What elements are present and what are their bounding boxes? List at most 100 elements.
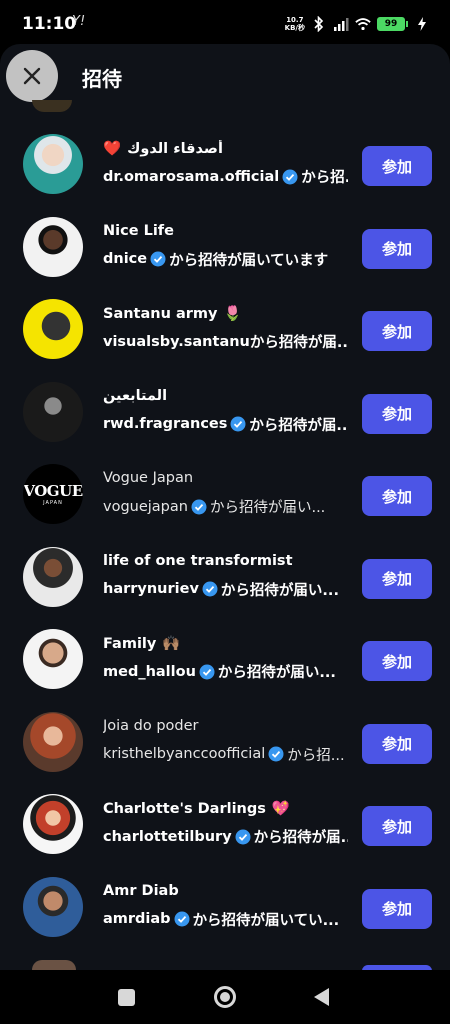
invite-name-emoji: ❤️ (103, 141, 122, 157)
invite-sender: dnice から招待が届いています (103, 249, 348, 270)
sender-username: rwd.fragrances (103, 416, 228, 432)
invite-name: ❤️ أصدقاء الدوك (103, 140, 223, 158)
sender-username: kristhelbyanccoofficial (103, 746, 266, 762)
avatar (23, 629, 83, 689)
invite-name-text: Family (103, 635, 157, 652)
invite-name-emoji: 💖 (271, 801, 290, 817)
list-item[interactable]: life of one transformist harrynuriev から招待… (0, 535, 450, 618)
status-bar: 11:10 Y! 10.7 KB/秒 99 (0, 0, 450, 46)
join-button[interactable]: 参加 (362, 476, 432, 516)
sender-username: med_hallou (103, 663, 196, 680)
list-item[interactable]: ❤️ أصدقاء الدوك dr.omarosama.official から招.… (0, 122, 450, 205)
battery-icon: 99 (377, 17, 408, 31)
invite-sender: med_hallou から招待が届い... (103, 661, 348, 682)
vogue-logo-text: VOGUE (23, 482, 83, 500)
partial-avatar (32, 960, 76, 970)
avatar (23, 876, 83, 937)
invite-name-emoji: 🌷 (223, 306, 242, 322)
invite-sender: kristhelbyanccoofficial から招... (103, 744, 348, 765)
sender-username: voguejapan (103, 498, 188, 515)
avatar (23, 546, 83, 607)
invite-name: Joia do poder (103, 718, 199, 734)
sender-username: dnice (103, 251, 148, 267)
list-item[interactable]: Family 🙌🏽 med_hallou から招待が届い... 参加 (0, 617, 450, 700)
invite-name: Santanu army 🌷 (103, 305, 242, 323)
recents-icon[interactable] (118, 989, 135, 1006)
invite-sender: amrdiab から招待が届いてい... (103, 909, 348, 930)
sender-username: amrdiab (103, 911, 171, 927)
network-speed-unit: KB/秒 (284, 24, 305, 32)
invite-suffix: から招待が届い... (217, 665, 336, 681)
invite-suffix: から招待が届い... (209, 500, 326, 516)
vogue-logo-sub: JAPAN (43, 500, 63, 506)
verified-icon (150, 251, 166, 267)
avatar (23, 711, 83, 772)
invite-name-text: Joia do poder (103, 717, 199, 734)
invite-name: life of one transformist (103, 553, 293, 569)
invite-suffix: から招... (301, 170, 348, 186)
avatar (23, 299, 83, 359)
carrier-logo: Y! (72, 14, 86, 29)
network-speed: 10.7 KB/秒 (285, 16, 305, 32)
avatar (23, 381, 83, 442)
invites-list: ❤️ أصدقاء الدوك dr.omarosama.official から招.… (0, 122, 450, 947)
invite-suffix: から招... (287, 747, 345, 764)
invite-sender: voguejapan から招待が届い... (103, 496, 348, 517)
invite-name-text: Vogue Japan (103, 470, 194, 486)
invite-suffix: から招待が届いています (169, 252, 329, 269)
join-button[interactable]: 参加 (362, 311, 432, 351)
navigation-bar (0, 970, 450, 1024)
verified-icon (230, 416, 246, 432)
invite-suffix: から招待が届... (253, 830, 348, 846)
list-item[interactable]: المتابعين rwd.fragrances から招待が届... 参加 (0, 370, 450, 453)
avatar (23, 134, 83, 194)
join-button[interactable]: 参加 (362, 228, 432, 269)
join-button[interactable]: 参加 (362, 723, 432, 764)
invite-suffix: から招待が届い... (220, 582, 339, 599)
invite-name: Family 🙌🏽 (103, 635, 180, 653)
join-button[interactable]: 参加 (362, 806, 432, 846)
status-icons: 10.7 KB/秒 99 (285, 16, 430, 32)
verified-icon (235, 829, 251, 844)
list-item[interactable]: Amr Diab amrdiab から招待が届いてい... 参加 (0, 865, 450, 948)
invite-name-text: Amr Diab (103, 882, 179, 899)
sender-username: visualsby.santanu (103, 333, 250, 350)
invite-name-text: Nice Life (103, 222, 174, 239)
list-item[interactable]: Nice Life dnice から招待が届いています 参加 (0, 205, 450, 288)
join-button[interactable]: 参加 (362, 641, 432, 681)
list-item[interactable]: VOGUE JAPAN Vogue Japan voguejapan から招待が届… (0, 452, 450, 535)
invite-name-text: Charlotte's Darlings (103, 800, 266, 817)
home-icon[interactable] (214, 986, 236, 1008)
verified-icon (174, 911, 190, 927)
invite-name-text: Santanu army (103, 305, 218, 322)
invite-sender: charlottetilbury から招待が届... (103, 826, 348, 847)
close-button[interactable] (6, 50, 58, 102)
battery-level: 99 (377, 17, 405, 31)
list-item[interactable]: Santanu army 🌷 visualsby.santanu から招待が届...… (0, 287, 450, 370)
avatar (23, 794, 83, 854)
invite-name: Vogue Japan (103, 470, 193, 486)
wifi-icon (355, 16, 371, 32)
invite-name-text: life of one transformist (103, 552, 293, 569)
signal-icon (333, 16, 349, 32)
verified-icon (202, 581, 218, 597)
verified-icon (191, 499, 207, 514)
verified-icon (268, 746, 284, 762)
invite-sender: dr.omarosama.official から招... (103, 166, 348, 187)
back-icon[interactable] (314, 988, 329, 1006)
invite-name-text: أصدقاء الدوك (127, 140, 223, 157)
invite-sender: harrynuriev から招待が届い... (103, 579, 348, 600)
list-item[interactable]: Joia do poder kristhelbyanccoofficial から招… (0, 700, 450, 783)
sender-username: dr.omarosama.official (103, 168, 280, 185)
invite-name: Amr Diab (103, 883, 179, 899)
status-time: 11:10 (22, 14, 77, 34)
join-button[interactable]: 参加 (362, 146, 432, 186)
join-button[interactable]: 参加 (362, 888, 432, 929)
join-button[interactable]: 参加 (362, 393, 432, 434)
page-title: 招待 (82, 67, 122, 91)
join-button[interactable]: 参加 (362, 558, 432, 599)
charging-icon (414, 16, 430, 32)
list-item[interactable]: Charlotte's Darlings 💖 charlottetilbury から… (0, 782, 450, 865)
avatar (23, 216, 83, 277)
invite-sender: visualsby.santanu から招待が届... (103, 331, 348, 352)
